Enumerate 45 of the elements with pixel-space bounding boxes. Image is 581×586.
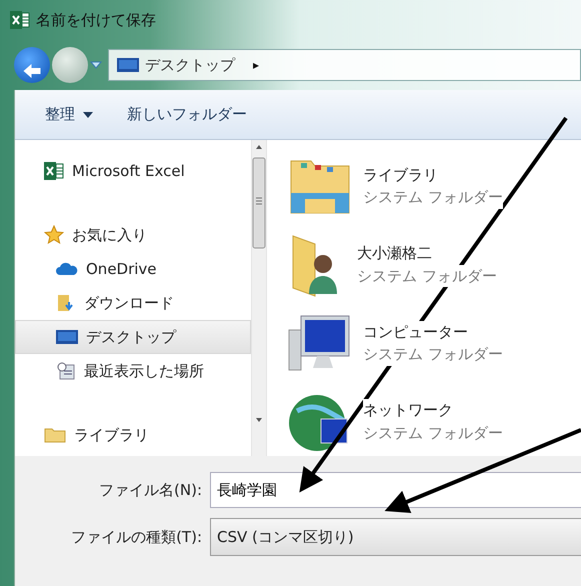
file-name-field[interactable]: 長崎学園: [210, 472, 581, 508]
sidebar-label: Microsoft Excel: [72, 160, 185, 182]
cloud-icon: [56, 262, 78, 276]
scrollbar[interactable]: [251, 140, 267, 456]
item-type: システム フォルダー: [357, 264, 497, 288]
sidebar-label: 最近表示した場所: [84, 360, 204, 382]
forward-button[interactable]: [52, 47, 88, 83]
excel-icon: [10, 11, 30, 29]
back-button[interactable]: [14, 47, 50, 83]
folder-item[interactable]: コンピューター システム フォルダー: [287, 309, 581, 378]
sidebar-label: デスクトップ: [86, 326, 176, 348]
toolbar-button[interactable]: 新しいフォルダー: [127, 103, 247, 126]
field-label: ファイル名(N):: [98, 480, 203, 501]
back-arrow-icon: [23, 64, 41, 78]
address-bar[interactable]: デスクトップ ▸: [108, 49, 581, 81]
breadcrumb-separator[interactable]: ▸: [253, 56, 260, 74]
folder-icon: [44, 427, 66, 443]
sidebar-item[interactable]: ライブラリ: [15, 418, 251, 452]
sidebar-label: お気に入り: [72, 224, 147, 246]
desktop-icon: [56, 329, 78, 345]
desktop-icon: [117, 57, 139, 73]
sidebar-item[interactable]: 最近表示した場所: [15, 354, 251, 388]
excel-icon: [44, 162, 64, 180]
field-label: ファイルの種類(T):: [70, 526, 203, 548]
sidebar-item[interactable]: Microsoft Excel: [15, 154, 251, 188]
sidebar-label: ダウンロード: [84, 292, 174, 314]
item-type: システム フォルダー: [363, 343, 503, 366]
folder-item[interactable]: 大小瀬格二 システム フォルダー: [287, 230, 581, 299]
sidebar-label: OneDrive: [86, 258, 157, 280]
item-name: コンピューター: [363, 320, 468, 344]
breadcrumb-item[interactable]: デスクトップ: [145, 54, 235, 76]
sidebar-item[interactable]: お気に入り: [15, 218, 251, 252]
file-type-dropdown[interactable]: CSV (コンマ区切り): [210, 518, 581, 556]
sidebar-item[interactable]: デスクトップ: [15, 320, 251, 354]
sidebar-label: ライブラリ: [74, 424, 149, 446]
history-dropdown-icon[interactable]: [90, 61, 102, 69]
toolbar-button[interactable]: 整理: [45, 103, 93, 126]
sidebar-item[interactable]: ダウンロード: [15, 286, 251, 320]
window-title: 名前を付けて保存: [36, 10, 156, 31]
star-icon: [44, 225, 64, 245]
recent-places-icon: [56, 361, 76, 381]
caret-icon: [83, 112, 93, 118]
folder-item[interactable]: ライブラリ システム フォルダー: [287, 152, 581, 220]
sidebar-item[interactable]: OneDrive: [15, 252, 251, 286]
folder-item[interactable]: ネットワーク システム フォルダー: [287, 388, 581, 456]
